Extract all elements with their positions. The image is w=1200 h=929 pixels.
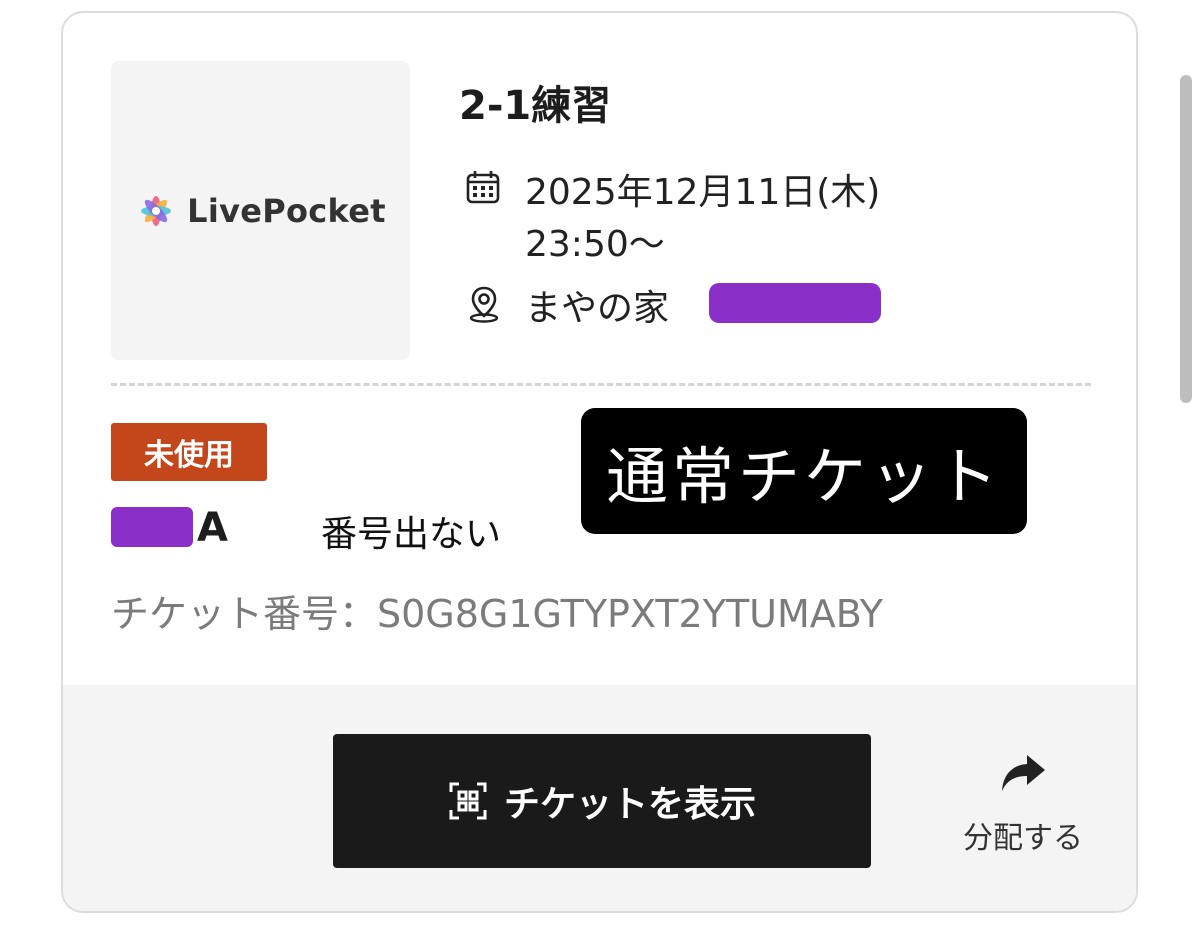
share-button[interactable]: 分配する bbox=[943, 753, 1103, 863]
share-label: 分配する bbox=[963, 821, 1083, 856]
calendar-icon bbox=[466, 171, 500, 204]
livepocket-logo-text: LivePocket bbox=[187, 191, 386, 230]
qr-code-icon bbox=[449, 782, 487, 820]
annotation-note: 番号出ない bbox=[321, 514, 502, 555]
venue-redaction bbox=[709, 283, 881, 323]
location-pin-icon bbox=[469, 286, 499, 323]
ticket-number: チケット番号：S0G8G1GTYPXT2YTUMABY bbox=[111, 592, 883, 636]
section-divider bbox=[111, 383, 1091, 386]
status-badge: 未使用 bbox=[111, 423, 267, 481]
event-time: 23:50〜 bbox=[525, 224, 665, 265]
event-venue: まやの家 bbox=[525, 288, 670, 329]
ticket-type-overlay: 通常チケット bbox=[581, 408, 1027, 534]
show-ticket-label: チケットを表示 bbox=[503, 784, 756, 825]
seat-label: A bbox=[197, 505, 228, 551]
share-arrow-icon bbox=[1002, 755, 1045, 791]
show-ticket-button[interactable]: チケットを表示 bbox=[333, 734, 871, 868]
seat-redaction bbox=[111, 507, 193, 547]
livepocket-logo-icon bbox=[141, 195, 172, 226]
event-thumbnail: LivePocket bbox=[111, 61, 410, 360]
event-title: 2-1練習 bbox=[459, 83, 612, 129]
event-date: 2025年12月11日(木) bbox=[525, 172, 881, 213]
scrollbar[interactable] bbox=[1180, 75, 1192, 403]
ticket-card: LivePocket 2-1練習 2025年12月11日(木) 23:50〜 ま… bbox=[61, 11, 1138, 913]
card-footer: チケットを表示 分配する bbox=[63, 685, 1136, 911]
